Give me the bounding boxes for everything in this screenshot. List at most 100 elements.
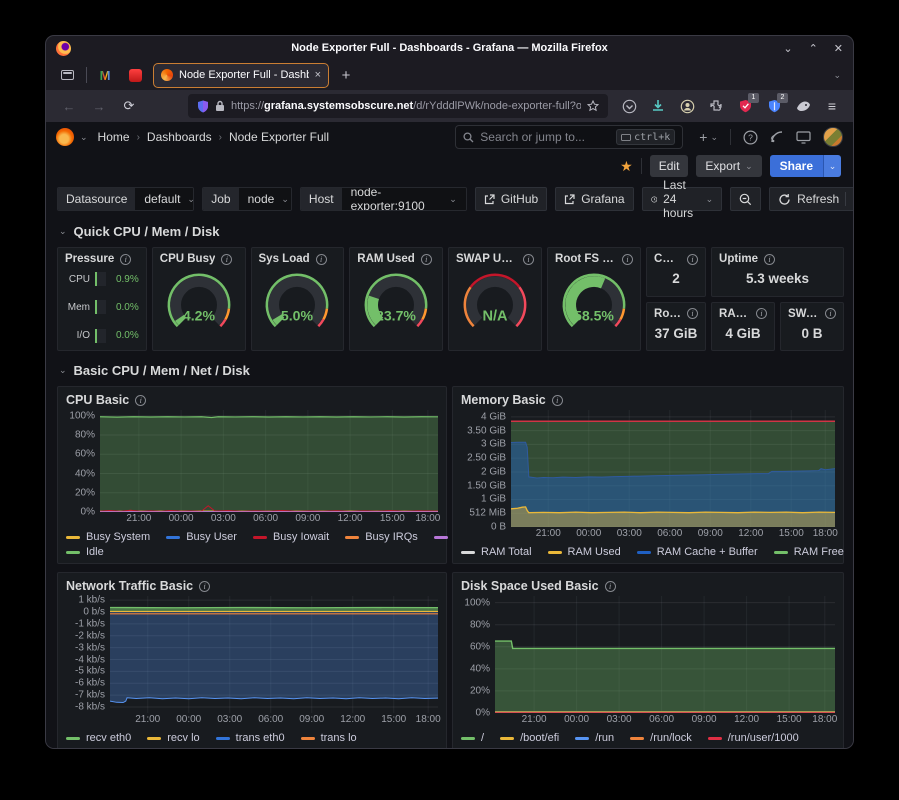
info-icon[interactable]: i	[221, 254, 232, 265]
info-icon[interactable]: i	[120, 254, 131, 265]
refresh-button[interactable]: Refresh 1m ⌄	[769, 187, 853, 211]
info-icon[interactable]: i	[756, 308, 767, 319]
lock-icon[interactable]	[215, 100, 225, 112]
legend-item-recv-lo[interactable]: recv lo	[147, 732, 199, 744]
variable-value-dropdown[interactable]: node-exporter:9100⌄	[342, 188, 466, 210]
account-icon[interactable]	[678, 97, 696, 115]
legend-item-idle[interactable]: Idle	[66, 546, 104, 558]
extensions-icon[interactable]	[707, 97, 725, 115]
grafana-logo-icon[interactable]	[56, 128, 74, 146]
legend-item-busy-irqs[interactable]: Busy IRQs	[345, 531, 418, 543]
link-button-grafana[interactable]: Grafana	[555, 187, 633, 211]
info-icon[interactable]: i	[622, 254, 633, 265]
legend-item-run-user-1000[interactable]: /run/user/1000	[708, 732, 799, 744]
legend-item-ram-used[interactable]: RAM Used	[548, 546, 621, 558]
breadcrumb-item-home[interactable]: Home	[98, 130, 130, 144]
window-maximize-button[interactable]: ⌃	[809, 42, 818, 55]
info-icon[interactable]: i	[135, 395, 146, 406]
panel-title[interactable]: RAM Used	[357, 253, 415, 265]
legend-item-trans-lo[interactable]: trans lo	[301, 732, 357, 744]
legend-item-run[interactable]: /run	[575, 732, 614, 744]
section-basic-cpu[interactable]: ⌄ Basic CPU / Mem / Net / Disk	[59, 360, 844, 380]
search-input[interactable]: Search or jump to... ctrl+k	[455, 125, 683, 149]
info-icon[interactable]: i	[764, 254, 775, 265]
panel-title[interactable]: Memory Basic	[461, 393, 546, 407]
legend-item-busy-user[interactable]: Busy User	[166, 531, 237, 543]
breadcrumb-item-dashboards[interactable]: Dashboards	[147, 130, 212, 144]
reload-button[interactable]: ⟳	[116, 94, 142, 118]
panel-title[interactable]: RAM Total	[719, 308, 750, 320]
addon-blue-shield-icon[interactable]: 2	[765, 97, 783, 115]
info-icon[interactable]: i	[199, 581, 210, 592]
window-minimize-button[interactable]: ⌄	[783, 42, 792, 55]
downloads-icon[interactable]	[649, 97, 667, 115]
zoom-out-button[interactable]	[730, 187, 761, 211]
new-tab-button[interactable]: +	[335, 67, 357, 84]
legend-item-run-lock[interactable]: /run/lock	[630, 732, 692, 744]
info-icon[interactable]: i	[687, 308, 698, 319]
pocket-icon[interactable]	[620, 97, 638, 115]
legend-item-ram-free[interactable]: RAM Free	[774, 546, 844, 558]
panel-title[interactable]: RootFS Total	[654, 308, 681, 320]
add-button[interactable]: +⌄	[699, 129, 718, 145]
section-quick-cpu[interactable]: ⌄ Quick CPU / Mem / Disk	[59, 221, 844, 241]
panel-title[interactable]: CPU Cores	[654, 253, 681, 265]
legend-item-ram-total[interactable]: RAM Total	[461, 546, 532, 558]
forward-button[interactable]: →	[86, 94, 112, 118]
panel-title[interactable]: SWAP Used	[456, 253, 517, 265]
share-button[interactable]: Share	[770, 155, 823, 177]
info-icon[interactable]: i	[523, 254, 534, 265]
pinned-tab-red-app[interactable]	[123, 64, 147, 86]
breadcrumb-item-node-exporter-full[interactable]: Node Exporter Full	[229, 130, 329, 144]
pinned-tab-gmail[interactable]: M	[93, 64, 117, 86]
legend-item-ram-cache-buffer[interactable]: RAM Cache + Buffer	[637, 546, 758, 558]
help-icon[interactable]: ?	[743, 130, 758, 145]
link-button-github[interactable]: GitHub	[475, 187, 547, 211]
panel-title[interactable]: Pressure	[65, 253, 114, 265]
back-button[interactable]: ←	[56, 94, 82, 118]
tracking-shield-icon[interactable]	[197, 100, 209, 113]
legend-item-recv-eth0[interactable]: recv eth0	[66, 732, 131, 744]
info-icon[interactable]: i	[687, 254, 698, 265]
info-icon[interactable]: i	[825, 308, 836, 319]
bookmark-star-icon[interactable]	[587, 100, 599, 112]
edit-button[interactable]: Edit	[650, 155, 689, 177]
panel-title[interactable]: Sys Load	[259, 253, 310, 265]
legend-item-busy-iowait[interactable]: Busy Iowait	[253, 531, 329, 543]
window-close-button[interactable]: ✕	[834, 42, 843, 55]
favorite-star-icon[interactable]: ★	[620, 158, 633, 175]
info-icon[interactable]: i	[605, 581, 616, 592]
panel-title[interactable]: SWAP Total	[788, 308, 819, 320]
info-icon[interactable]: i	[421, 254, 432, 265]
news-rss-icon[interactable]	[770, 130, 784, 144]
legend-item-boot-efi[interactable]: /boot/efi	[500, 732, 559, 744]
share-menu-button[interactable]: ⌄	[823, 155, 841, 177]
menu-icon[interactable]: ≡	[823, 97, 841, 115]
chevron-down-icon[interactable]: ⌄	[80, 132, 88, 143]
firefox-view-button[interactable]	[54, 64, 80, 86]
time-range-picker[interactable]: Last 24 hours⌄	[642, 187, 723, 211]
panel-title[interactable]: CPU Busy	[160, 253, 216, 265]
refresh-interval[interactable]: 1m	[852, 192, 853, 206]
panel-title[interactable]: Network Traffic Basic	[66, 579, 193, 593]
tab-close-button[interactable]: ×	[315, 69, 321, 81]
legend-item-busy-system[interactable]: Busy System	[66, 531, 150, 543]
info-icon[interactable]: i	[316, 254, 327, 265]
legend-item-trans-eth0[interactable]: trans eth0	[216, 732, 285, 744]
export-button[interactable]: Export⌄	[696, 155, 761, 177]
container-icon[interactable]	[794, 97, 812, 115]
addon-red-shield-icon[interactable]: 1	[736, 97, 754, 115]
legend-item-root[interactable]: /	[461, 732, 484, 744]
panel-title[interactable]: Disk Space Used Basic	[461, 579, 599, 593]
info-icon[interactable]: i	[552, 395, 563, 406]
list-all-tabs-button[interactable]: ⌄	[833, 70, 845, 81]
panel-title[interactable]: CPU Basic	[66, 393, 129, 407]
avatar[interactable]	[823, 127, 843, 147]
url-bar[interactable]: https://grafana.systemsobscure.net/d/rYd…	[188, 94, 608, 118]
variable-value-dropdown[interactable]: node⌄	[239, 188, 292, 210]
panel-title[interactable]: Root FS Used	[555, 253, 616, 265]
active-tab[interactable]: Node Exporter Full - Dashbo ×	[153, 63, 329, 88]
panel-title[interactable]: Uptime	[719, 253, 758, 265]
variable-value-dropdown[interactable]: default⌄	[135, 188, 194, 210]
monitor-icon[interactable]	[796, 131, 811, 144]
